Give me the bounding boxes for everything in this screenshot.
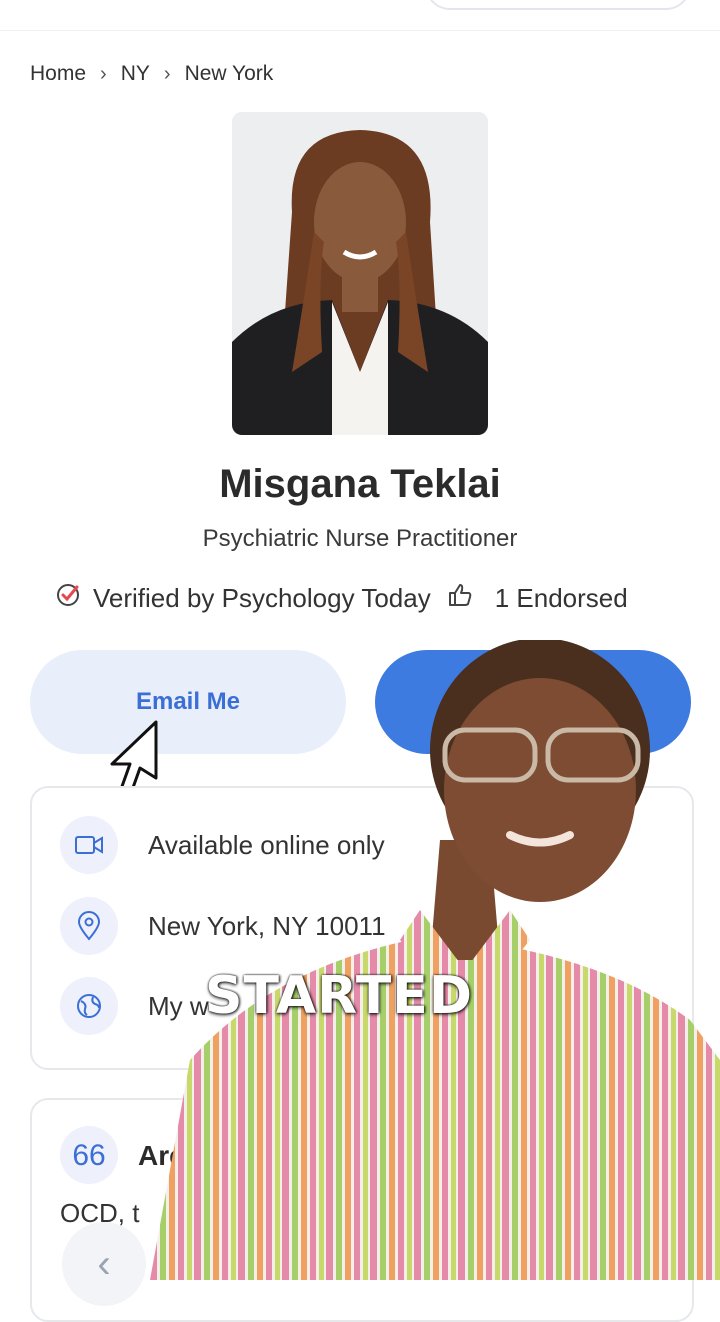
breadcrumb: Home › NY › New York: [30, 62, 273, 86]
breadcrumb-home[interactable]: Home: [30, 62, 86, 86]
verified-check-icon: [55, 582, 93, 615]
profile-name: Misgana Teklai: [219, 462, 501, 506]
breadcrumb-state[interactable]: NY: [121, 62, 150, 86]
verification-row: Verified by Psychology Today 1 Endorsed: [55, 582, 628, 615]
globe-icon: [60, 977, 118, 1035]
profile-photo: [232, 112, 488, 435]
profile-title: Psychiatric Nurse Practitioner: [202, 525, 518, 552]
presenter-video-overlay: [150, 638, 720, 1280]
verified-text: Verified by Psychology Today: [93, 583, 431, 613]
thumbs-up-icon: [447, 582, 485, 615]
video-icon: [60, 816, 118, 874]
location-pin-icon: [60, 897, 118, 955]
chevron-right-icon: ›: [100, 62, 107, 85]
video-caption: STARTED: [205, 966, 473, 1026]
endorsed-text[interactable]: 1 Endorsed: [495, 583, 628, 614]
search-pill[interactable]: [425, 0, 691, 10]
quote-icon: 66: [60, 1126, 118, 1189]
svg-text:66: 66: [72, 1139, 105, 1172]
chevron-right-icon: ›: [163, 62, 171, 85]
back-button[interactable]: ‹: [62, 1222, 146, 1306]
breadcrumb-city[interactable]: New York: [185, 62, 274, 86]
header-divider: [0, 30, 720, 31]
